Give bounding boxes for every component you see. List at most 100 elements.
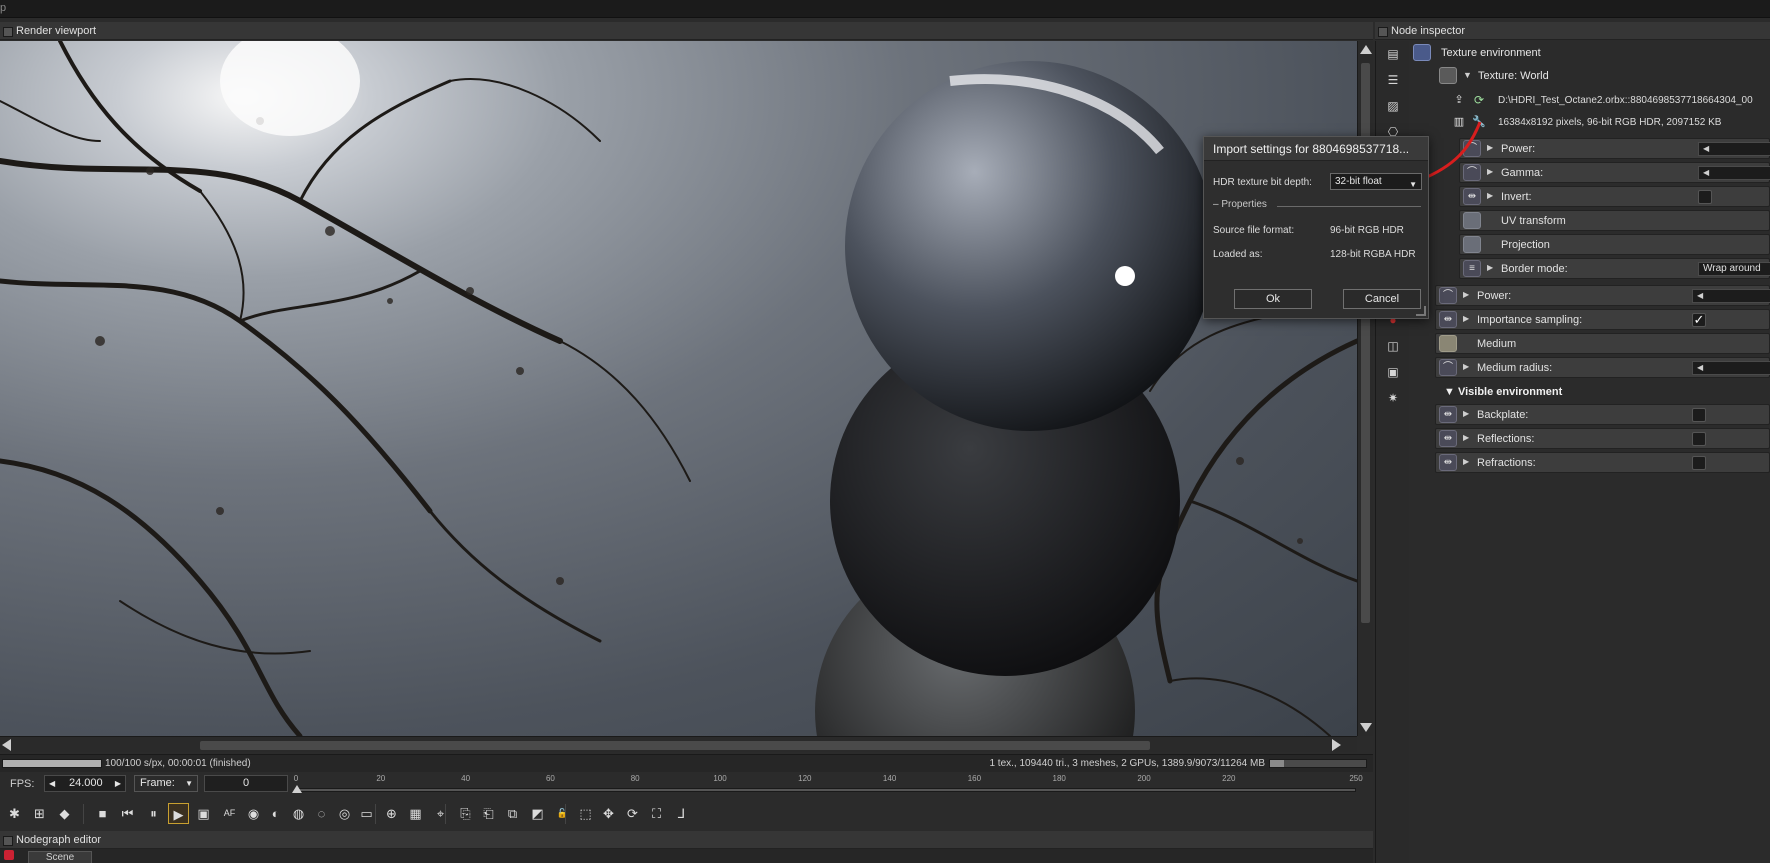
expand-arrow-icon[interactable]: ▶ xyxy=(1463,433,1469,442)
import-settings-dialog[interactable]: Import settings for 8804698537718... HDR… xyxy=(1203,136,1429,319)
pick2-icon[interactable]: ◌ xyxy=(311,803,332,824)
af-icon[interactable]: AF xyxy=(219,803,240,824)
reflections-checkbox[interactable] xyxy=(1692,432,1706,446)
frame-field[interactable]: 0 xyxy=(204,775,288,792)
stop-icon[interactable]: ■ xyxy=(92,803,113,824)
pick3-icon[interactable]: ◎ xyxy=(334,803,355,824)
cube-icon[interactable]: ◆ xyxy=(54,803,75,824)
cancel-button[interactable]: Cancel xyxy=(1343,289,1421,309)
expand-arrow-icon[interactable]: ▶ xyxy=(1463,457,1469,466)
pause-icon[interactable]: ⏸ xyxy=(143,803,164,824)
ok-button[interactable]: Ok xyxy=(1234,289,1312,309)
settings-icon[interactable]: ⊞ xyxy=(29,803,50,824)
environment-icon xyxy=(1413,44,1431,61)
render-viewport[interactable] xyxy=(0,41,1357,736)
expand-arrow-icon[interactable]: ▶ xyxy=(1463,290,1469,299)
fps-decrement-icon[interactable]: ◀ xyxy=(49,776,55,791)
expand-arrow-icon[interactable]: ▶ xyxy=(1487,191,1493,200)
timeline-tick-label: 80 xyxy=(630,774,640,783)
bit-depth-label: HDR texture bit depth: xyxy=(1213,177,1312,188)
axis-icon[interactable]: ⅃ xyxy=(671,803,692,824)
visible-environment-header[interactable]: ▼ Visible environment xyxy=(1444,386,1562,398)
picture-icon[interactable]: ▣ xyxy=(1385,365,1401,379)
layers-icon[interactable]: ⧉ xyxy=(502,803,523,824)
layers-icon[interactable]: ◫ xyxy=(1385,339,1401,353)
move-icon[interactable]: ✥ xyxy=(598,803,619,824)
color-icon[interactable]: ◉ xyxy=(243,803,264,824)
power-slider[interactable]: ◀ xyxy=(1698,142,1770,156)
refractions-checkbox[interactable] xyxy=(1692,456,1706,470)
importance-sampling-checkbox[interactable]: ✓ xyxy=(1692,313,1706,327)
image-icon[interactable]: ▨ xyxy=(1385,99,1401,113)
power2-row[interactable]: ⌒ ▶ Power: ◀ xyxy=(1435,285,1770,306)
expand-arrow-icon[interactable]: ▶ xyxy=(1487,263,1493,272)
backplate-checkbox[interactable] xyxy=(1692,408,1706,422)
timeline-ruler[interactable]: 0 20 40 60 80 100 120 140 160 180 200 220 250 xyxy=(292,774,1363,796)
scroll-right-arrow[interactable] xyxy=(1332,739,1341,751)
viewport-horizontal-scrollbar[interactable] xyxy=(0,736,1357,752)
power-row[interactable]: ⌒ ▶ Power: ◀ xyxy=(1459,138,1770,159)
tab-scene[interactable]: Scene xyxy=(28,851,92,863)
medium-radius-row[interactable]: ⌒ ▶ Medium radius: ◀ xyxy=(1435,357,1770,378)
scroll-left-arrow[interactable] xyxy=(2,739,11,751)
reflections-row[interactable]: ⇹ ▶ Reflections: xyxy=(1435,428,1770,449)
expand-arrow-icon[interactable]: ▶ xyxy=(1463,314,1469,323)
rotate-icon[interactable]: ⟳ xyxy=(622,803,643,824)
scroll-up-arrow[interactable] xyxy=(1360,45,1372,54)
border-mode-dropdown[interactable]: Wrap around xyxy=(1698,262,1770,276)
medium-radius-slider[interactable]: ◀ xyxy=(1692,361,1770,375)
timeline-playhead[interactable] xyxy=(292,785,302,793)
export-icon[interactable]: ⎘ xyxy=(455,803,476,824)
gamma-row[interactable]: ⌒ ▶ Gamma: ◀ xyxy=(1459,162,1770,183)
open-file-icon[interactable]: ⇪ xyxy=(1451,93,1467,108)
restart-icon[interactable]: ⏮ xyxy=(117,803,138,824)
power2-slider[interactable]: ◀ xyxy=(1692,289,1770,303)
backplate-row[interactable]: ⇹ ▶ Backplate: xyxy=(1435,404,1770,425)
crop-icon[interactable]: ▦ xyxy=(405,803,426,824)
box-icon[interactable]: ⬚ xyxy=(575,803,596,824)
chevron-down-icon: ▼ xyxy=(1409,180,1417,189)
unlock-icon[interactable]: 🔓 xyxy=(552,803,573,824)
alpha-icon[interactable]: ◩ xyxy=(527,803,548,824)
cam-icon[interactable]: ◐ xyxy=(265,803,286,824)
pick-icon[interactable]: ◍ xyxy=(288,803,309,824)
stack-icon[interactable]: ▤ xyxy=(1385,47,1401,61)
toggle-icon: ⇹ xyxy=(1439,430,1457,447)
scroll-thumb-horizontal[interactable] xyxy=(200,741,1150,750)
projection-row[interactable]: Projection xyxy=(1459,234,1770,255)
timeline-track[interactable] xyxy=(296,788,1356,792)
invert-row[interactable]: ⇹ ▶ Invert: xyxy=(1459,186,1770,207)
importance-sampling-row[interactable]: ⇹ ▶ Importance sampling: ✓ xyxy=(1435,309,1770,330)
fps-increment-icon[interactable]: ▶ xyxy=(115,776,121,791)
memory-fill xyxy=(1270,760,1285,767)
collapse-arrow-icon[interactable]: ▼ xyxy=(1444,386,1455,398)
medium-row[interactable]: Medium xyxy=(1435,333,1770,354)
gamma-slider[interactable]: ◀ xyxy=(1698,166,1770,180)
expand-arrow-icon[interactable]: ▶ xyxy=(1463,409,1469,418)
scroll-down-arrow[interactable] xyxy=(1360,723,1372,732)
bit-depth-select[interactable]: 32-bit float ▼ xyxy=(1330,173,1422,190)
toolbar-separator xyxy=(375,804,376,824)
refractions-row[interactable]: ⇹ ▶ Refractions: xyxy=(1435,452,1770,473)
import-icon[interactable]: ⎗ xyxy=(478,803,499,824)
texture-header[interactable]: ▼ Texture: World xyxy=(1439,66,1770,86)
list-icon[interactable]: ☰ xyxy=(1385,73,1401,87)
resize-grip[interactable] xyxy=(1416,306,1426,316)
render-image xyxy=(0,41,1357,736)
border-mode-row[interactable]: ≡ ▶ Border mode: Wrap around xyxy=(1459,258,1770,279)
zoom-icon[interactable]: ⊕ xyxy=(381,803,402,824)
reload-icon[interactable]: ⟳ xyxy=(1471,93,1487,108)
light-icon[interactable]: ✷ xyxy=(1385,391,1401,405)
lock-icon[interactable]: ⌖ xyxy=(430,803,451,824)
invert-checkbox[interactable] xyxy=(1698,190,1712,204)
expand-arrow-icon[interactable]: ▶ xyxy=(1463,362,1469,371)
frame-dropdown[interactable]: Frame: ▼ xyxy=(134,775,198,792)
region-icon[interactable]: ▭ xyxy=(356,803,377,824)
expand-arrow-icon[interactable]: ▼ xyxy=(1463,70,1472,80)
display-icon[interactable]: ▣ xyxy=(193,803,214,824)
play-icon[interactable]: ▶ xyxy=(168,803,189,824)
uv-transform-row[interactable]: UV transform xyxy=(1459,210,1770,231)
scale-icon[interactable]: ⛶ xyxy=(646,803,667,824)
reset-icon[interactable]: ✱ xyxy=(4,803,25,824)
fps-field[interactable]: ◀ 24.000 ▶ xyxy=(44,775,126,792)
